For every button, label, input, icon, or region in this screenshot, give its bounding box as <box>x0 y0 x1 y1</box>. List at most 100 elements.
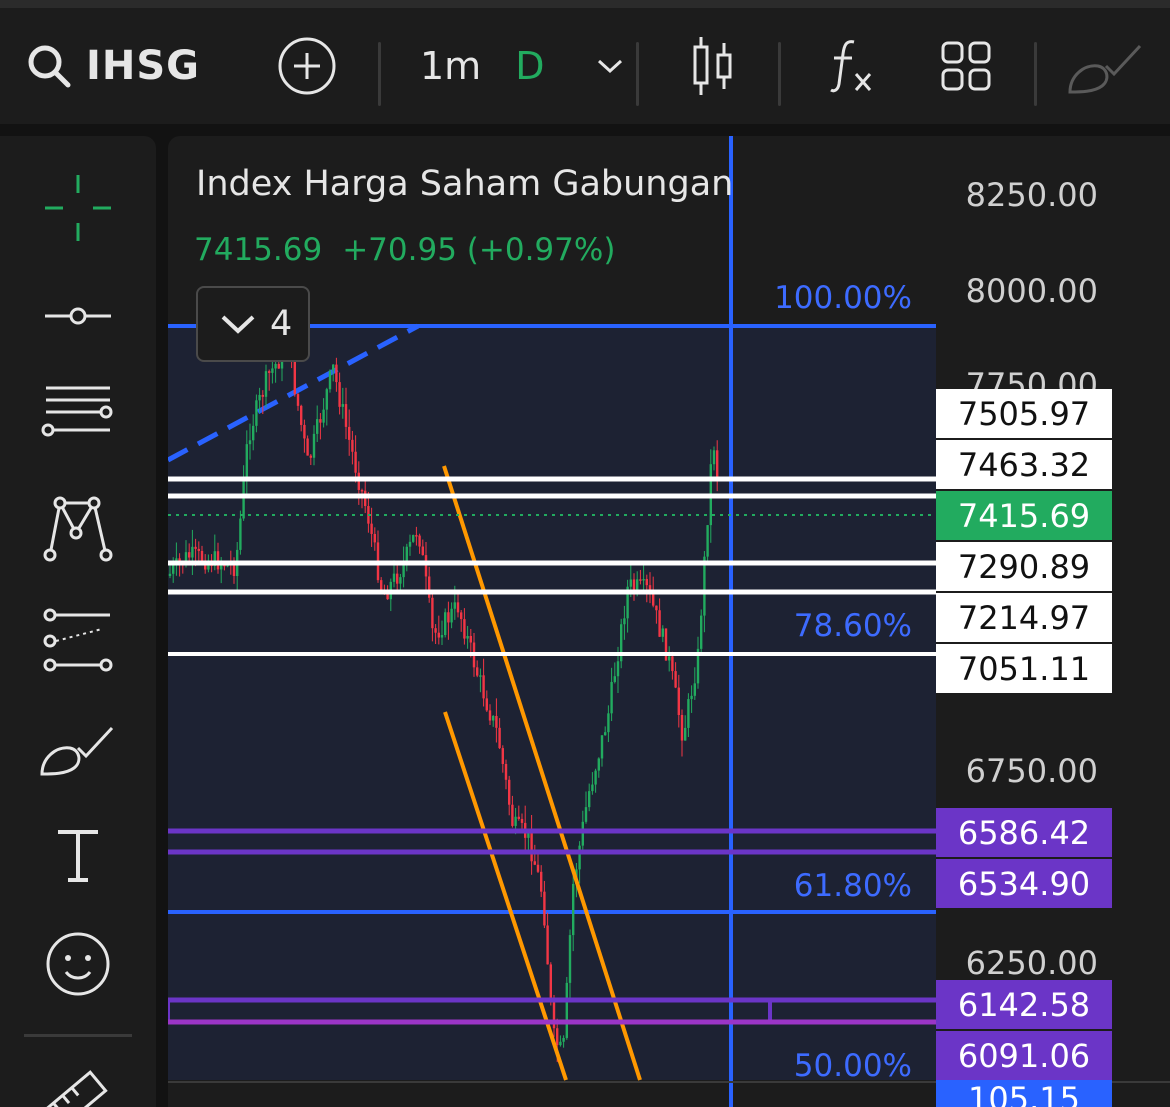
candle-body <box>674 671 677 688</box>
candle-body <box>450 608 453 623</box>
candle-body <box>655 605 658 611</box>
search-icon <box>28 45 71 88</box>
price-tag-7290[interactable]: 7290.89 <box>936 542 1112 591</box>
candle-body <box>632 579 636 590</box>
horizontal-rays-tool[interactable] <box>0 362 156 462</box>
candle-body <box>693 683 696 696</box>
candle-body <box>501 748 504 764</box>
candle-body <box>559 1041 562 1046</box>
last-price: 7415.69 <box>194 232 323 268</box>
crosshair-tool[interactable] <box>0 158 156 258</box>
candle-body <box>309 455 312 458</box>
candle-body <box>200 550 204 563</box>
interval-unit-label: D <box>515 44 545 88</box>
add-symbol-button[interactable] <box>276 8 338 124</box>
price-tag-7214[interactable]: 7214.97 <box>936 593 1112 642</box>
candle-body <box>536 864 540 872</box>
candle-body <box>639 579 642 581</box>
chevron-down-icon <box>221 315 255 334</box>
candle-body <box>613 676 616 682</box>
candle-body <box>572 883 575 936</box>
text-icon <box>58 830 98 882</box>
candle-body <box>533 861 536 865</box>
axis-label-8000: 8000.00 <box>965 272 1098 310</box>
candle-body <box>172 565 175 574</box>
candle-body <box>469 635 472 643</box>
candle-body <box>556 1028 559 1046</box>
price-tag-7463[interactable]: 7463.32 <box>936 440 1112 489</box>
candle-body <box>498 727 501 749</box>
ruler-tool[interactable] <box>0 1066 156 1107</box>
candle-body <box>488 710 492 721</box>
interval-selector[interactable]: 1m D <box>420 8 624 124</box>
candle-body <box>658 610 661 637</box>
indicators-collapse-button[interactable]: 4 <box>196 286 310 362</box>
candle-body <box>581 821 584 846</box>
chevron-down-icon <box>598 59 623 74</box>
candle-body <box>642 578 645 581</box>
candle-body <box>418 535 421 547</box>
candle-body <box>412 535 415 542</box>
function-fx-icon <box>830 40 872 93</box>
text-tool[interactable] <box>0 806 156 906</box>
indicators-button[interactable] <box>828 8 874 124</box>
candle-body <box>684 727 687 741</box>
symbol-search[interactable]: IHSG <box>26 8 200 124</box>
pattern-tool[interactable] <box>0 478 156 578</box>
candle-body <box>456 602 460 613</box>
candle-body <box>239 518 242 550</box>
candle-body <box>268 371 271 373</box>
chart-type-button[interactable] <box>690 8 736 124</box>
emoji-tool[interactable] <box>0 914 156 1014</box>
candle-body <box>514 816 517 826</box>
price-tag-6142[interactable]: 6142.58 <box>936 980 1112 1029</box>
candle-body <box>495 715 498 728</box>
chart-pane[interactable]: Index Harga Saham Gabungan 7415.69 +70.9… <box>168 136 1170 1107</box>
candle-body <box>511 804 514 826</box>
axis-label-6250: 6250.00 <box>965 944 1098 982</box>
candle-body <box>530 830 533 862</box>
toolbar-separator <box>778 42 781 106</box>
price-tag-6091[interactable]: 6091.06 <box>936 1031 1112 1080</box>
candle-body <box>325 389 328 410</box>
toolbar-separator <box>636 42 639 106</box>
price-tag-6586[interactable]: 6586.42 <box>936 808 1112 857</box>
candle-body <box>671 656 674 672</box>
candle-body <box>607 713 610 733</box>
candle-body <box>565 982 568 1038</box>
fib-label-61-8: 61.80% <box>793 868 912 904</box>
interval-label: 1m <box>420 44 482 88</box>
candle-body <box>242 478 245 519</box>
candle-body <box>316 419 319 434</box>
brush-tool[interactable] <box>0 698 156 798</box>
candle-body <box>546 925 549 965</box>
price-tag-6534[interactable]: 6534.90 <box>936 859 1112 908</box>
candle-body <box>482 675 485 699</box>
candle-body <box>386 594 389 600</box>
drawing-brush-button[interactable] <box>1066 8 1146 124</box>
fib-label-78-6: 78.60% <box>793 608 912 644</box>
candle-body <box>549 964 552 1000</box>
layouts-button[interactable] <box>940 8 992 124</box>
candle-body <box>428 576 431 598</box>
horizontal-line-tool[interactable] <box>0 266 156 366</box>
price-tag-cut: 105.15 <box>936 1080 1112 1107</box>
crosshair-icon <box>45 175 111 241</box>
price-tag-current[interactable]: 7415.69 <box>936 491 1112 540</box>
ruler-icon <box>43 1070 108 1107</box>
candle-body <box>437 632 440 638</box>
candle-body <box>485 698 488 711</box>
drawing-tools-panel <box>0 136 156 1107</box>
candle-body <box>396 573 399 584</box>
price-tag-7051[interactable]: 7051.11 <box>936 644 1112 693</box>
candle-body <box>668 656 671 661</box>
candle-body <box>600 735 604 759</box>
candle-body <box>360 489 364 492</box>
price-tag-7505[interactable]: 7505.97 <box>936 389 1112 438</box>
candle-body <box>264 371 268 397</box>
candle-body <box>303 424 306 439</box>
candle-body <box>444 612 447 636</box>
candle-body <box>504 763 508 780</box>
tools-separator <box>24 1034 132 1037</box>
channel-tool[interactable] <box>0 590 156 690</box>
